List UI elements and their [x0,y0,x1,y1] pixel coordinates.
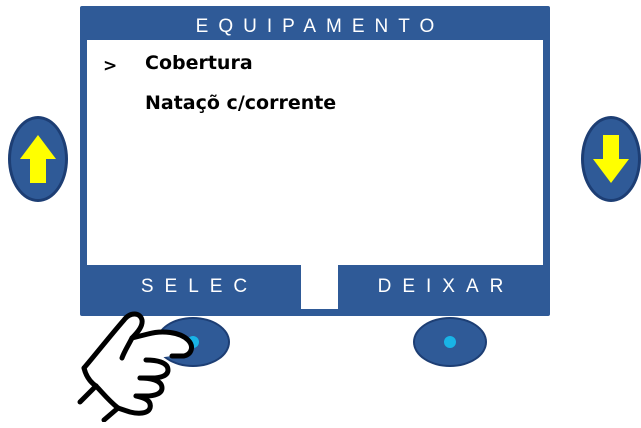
softkey-selec: SELEC [87,265,301,309]
menu-item-natacao[interactable]: Nataçõ c/corrente [87,83,543,123]
menu-item-cobertura[interactable]: > Cobertura [87,43,543,83]
softkey-deixar: DEIXAR [338,265,543,309]
up-arrow-button[interactable] [8,116,68,202]
down-arrow-button[interactable] [581,116,641,202]
menu-item-label: Nataçõ c/corrente [145,92,337,114]
button-dot-icon [444,336,456,348]
exit-hardware-button[interactable] [413,317,487,367]
arrow-down-icon [593,135,629,183]
menu-list: > Cobertura Nataçõ c/corrente [87,43,543,123]
pointing-hand-icon [77,311,194,422]
menu-item-label: Cobertura [145,52,253,74]
screen-title: EQUIPAMENTO [87,13,543,40]
device-panel: EQUIPAMENTO > Cobertura Nataçõ c/corrent… [0,0,641,428]
lcd-screen: EQUIPAMENTO > Cobertura Nataçõ c/corrent… [80,6,550,316]
selection-cursor: > [103,56,118,76]
arrow-up-icon [20,135,56,183]
